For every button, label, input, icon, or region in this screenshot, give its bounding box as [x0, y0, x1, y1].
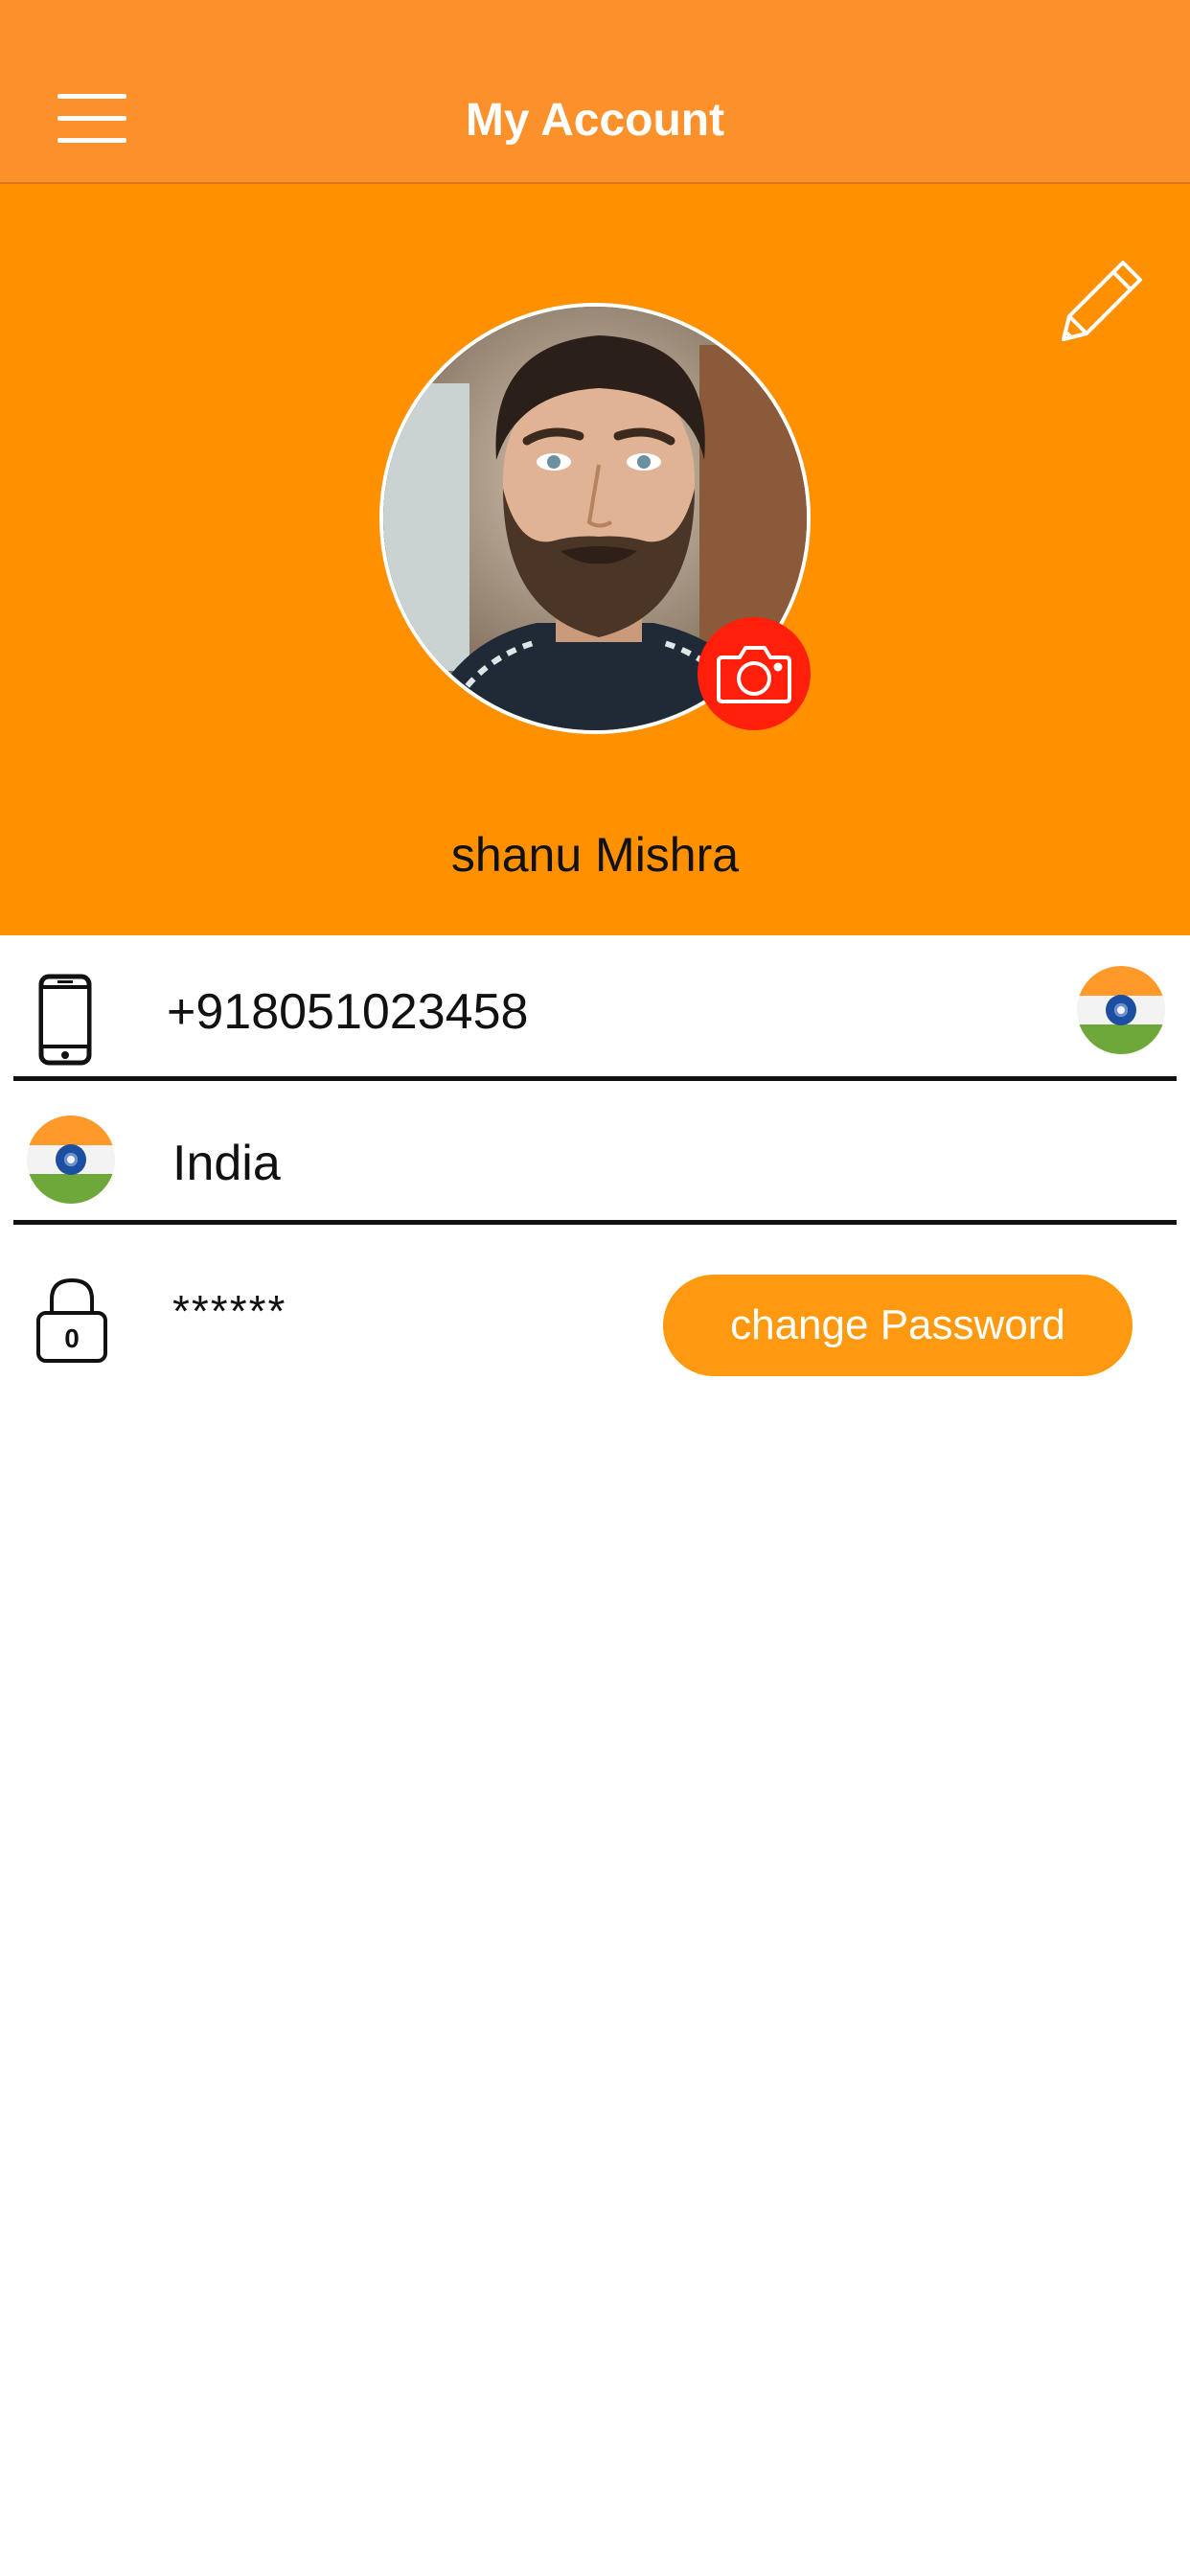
- india-flag-icon[interactable]: [1077, 966, 1165, 1054]
- profile-name: shanu Mishra: [450, 828, 740, 882]
- lock-icon: 0: [34, 1275, 109, 1365]
- mobile-phone-icon: [38, 974, 92, 1066]
- phone-number[interactable]: +918051023458: [167, 981, 528, 1043]
- password-mask: ******: [172, 1286, 287, 1336]
- india-flag-icon: [27, 1116, 115, 1204]
- top-navigation-bar: My Account: [0, 0, 1190, 184]
- page-title: My Account: [465, 95, 725, 146]
- country-value[interactable]: India: [172, 1133, 281, 1194]
- phone-row[interactable]: +918051023458: [0, 935, 1190, 1081]
- country-row[interactable]: India: [0, 1081, 1190, 1223]
- profile-header: shanu Mishra: [0, 184, 1190, 935]
- change-password-button[interactable]: change Password: [663, 1275, 1133, 1376]
- pencil-icon[interactable]: [1054, 253, 1150, 349]
- lock-digit: 0: [64, 1323, 80, 1353]
- camera-icon[interactable]: [698, 617, 811, 730]
